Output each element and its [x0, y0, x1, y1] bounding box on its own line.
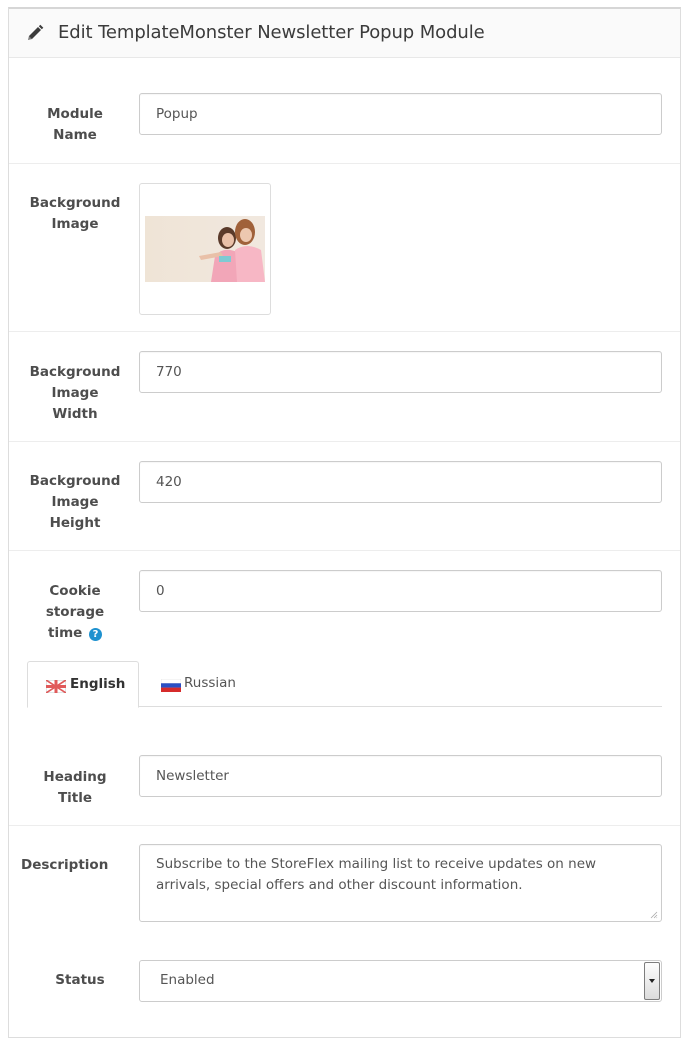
- heading-title-input[interactable]: [139, 755, 662, 797]
- help-icon[interactable]: ?: [89, 628, 102, 641]
- status-select[interactable]: Enabled: [139, 960, 662, 1002]
- background-image-width-label: Background Image Width: [29, 364, 121, 422]
- description-textarea[interactable]: Subscribe to the StoreFlex mailing list …: [139, 844, 662, 922]
- background-image-height-label: Background Image Height: [29, 473, 121, 531]
- tab-russian-label: Russian: [184, 675, 236, 691]
- panel-heading: Edit TemplateMonster Newsletter Popup Mo…: [9, 9, 680, 58]
- heading-title-label: Heading Title: [43, 769, 107, 806]
- resize-grip-icon[interactable]: [650, 911, 658, 919]
- row-divider: [9, 163, 680, 164]
- row-divider: [9, 550, 680, 551]
- thumbnail-preview-image: [145, 216, 265, 282]
- pencil-icon: [28, 24, 44, 40]
- row-divider: [9, 825, 680, 826]
- tab-english[interactable]: English: [27, 661, 139, 708]
- cookie-storage-time-label: Cookie storage time ?: [45, 583, 105, 641]
- module-name-input[interactable]: [139, 93, 662, 135]
- page-title: Edit TemplateMonster Newsletter Popup Mo…: [58, 22, 485, 43]
- module-name-label: Module Name: [47, 106, 103, 143]
- background-image-width-input[interactable]: [139, 351, 662, 393]
- background-image-thumbnail[interactable]: [139, 183, 271, 315]
- tab-russian[interactable]: Russian: [139, 661, 249, 707]
- status-label: Status: [55, 972, 105, 988]
- cookie-storage-time-input[interactable]: [139, 570, 662, 612]
- row-divider: [9, 441, 680, 442]
- chevron-down-icon[interactable]: [644, 962, 660, 1000]
- russia-flag-icon: [161, 679, 181, 692]
- uk-flag-icon: [46, 680, 66, 693]
- background-image-label: Background Image: [29, 195, 121, 232]
- status-selected-value: Enabled: [160, 972, 215, 988]
- background-image-height-input[interactable]: [139, 461, 662, 503]
- edit-module-panel: Edit TemplateMonster Newsletter Popup Mo…: [8, 7, 681, 1038]
- tab-english-label: English: [70, 676, 126, 692]
- row-divider: [9, 331, 680, 332]
- description-label: Description: [21, 857, 109, 873]
